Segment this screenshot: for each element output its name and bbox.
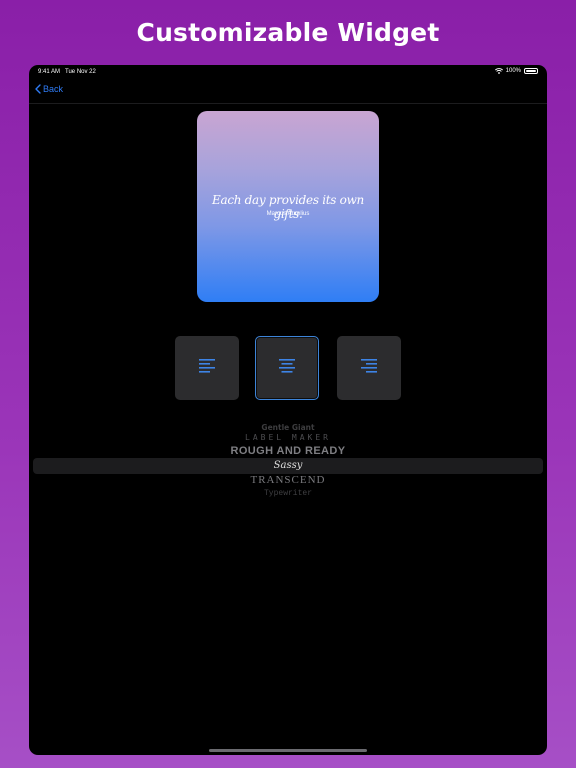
widget-preview: Each day provides its own gifts. Marcus … [197,111,379,302]
chevron-left-icon [35,84,41,94]
font-option-typewriter[interactable]: Typewriter [29,489,547,498]
font-option-label-maker[interactable]: LABEL MAKER [29,433,547,442]
align-left-button[interactable] [175,336,239,400]
font-picker[interactable]: Gentle Giant LABEL MAKER ROUGH AND READY… [29,421,547,501]
back-button[interactable]: Back [35,84,63,94]
status-indicators: 100% [494,68,538,74]
align-left-icon [199,358,215,378]
wifi-icon [494,68,503,74]
navigation-bar: Back [29,79,547,104]
status-clock: 9:41 AM [38,69,61,75]
battery-fill [526,70,536,72]
align-right-button[interactable] [337,336,401,400]
align-right-icon [361,358,377,378]
align-center-button[interactable] [255,336,319,400]
status-time: 9:41 AM Tue Nov 22 [38,69,96,75]
font-option-sassy[interactable]: Sassy [29,460,547,471]
align-center-icon [279,358,295,378]
ipad-screen: 9:41 AM Tue Nov 22 100% Back Each day pr… [29,65,547,755]
font-option-transcend[interactable]: TRANSCEND [29,474,547,486]
battery-icon [524,68,538,74]
font-option-gentle-giant[interactable]: Gentle Giant [29,423,547,432]
quote-author: Marcus Aurelius [266,211,310,217]
promo-title: Customizable Widget [136,18,440,47]
status-bar: 9:41 AM Tue Nov 22 100% [29,65,547,79]
font-option-rough-and-ready[interactable]: ROUGH AND READY [29,445,547,457]
home-indicator [209,749,367,752]
status-date: Tue Nov 22 [65,69,96,75]
battery-percent: 100% [505,68,521,74]
back-label: Back [43,84,64,94]
